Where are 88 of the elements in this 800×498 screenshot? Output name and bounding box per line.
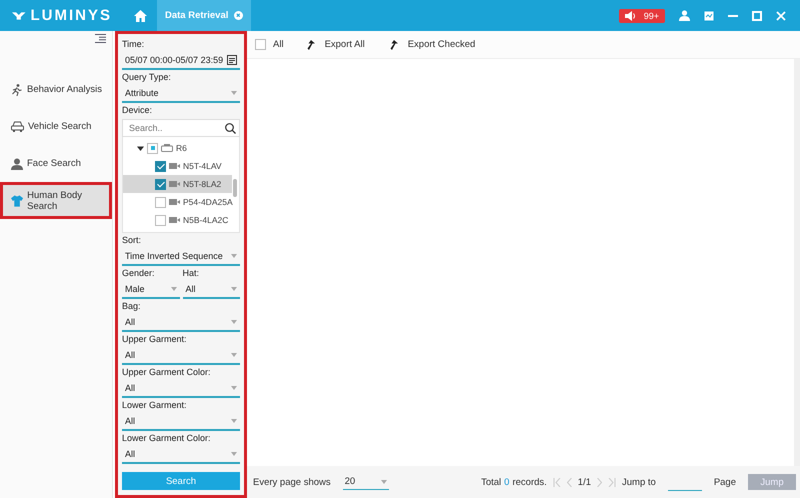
checkbox[interactable] <box>155 214 166 226</box>
person-icon <box>11 158 23 170</box>
total-count: 0 <box>504 476 510 488</box>
caret-icon <box>231 452 237 456</box>
page-indicator: 1/1 <box>578 476 592 488</box>
caret-icon[interactable] <box>137 144 144 152</box>
sidebar-item[interactable]: Behavior Analysis <box>0 71 112 108</box>
dropdown[interactable]: All <box>122 446 240 464</box>
checkbox[interactable] <box>155 196 166 208</box>
field-label: Time: <box>122 38 146 51</box>
tree-item[interactable]: N5T-4LAV <box>123 157 232 175</box>
dropdown[interactable]: All <box>122 347 240 365</box>
car-icon <box>11 121 24 132</box>
export-icon <box>388 40 398 50</box>
checkbox[interactable] <box>255 39 266 50</box>
caret-icon <box>380 480 387 484</box>
jump-label: Jump to <box>622 476 656 488</box>
previous-page-icon[interactable] <box>566 478 572 486</box>
caret-icon <box>231 91 237 95</box>
checkbox[interactable] <box>147 142 158 154</box>
recorder-icon <box>161 144 173 152</box>
caret-icon <box>231 419 237 423</box>
field-label: Bag: <box>122 300 142 313</box>
sidebar-item[interactable]: Human Body Search <box>0 182 112 219</box>
field-label: Upper Garment: <box>122 333 188 346</box>
tree-item[interactable]: P54-4DA25A <box>123 193 232 211</box>
camera-icon <box>169 199 180 205</box>
tree-item[interactable]: N5T-8LA2 <box>123 175 232 193</box>
maximize-icon[interactable] <box>752 10 762 20</box>
dropdown[interactable]: All <box>122 413 240 431</box>
field-label: Query Type: <box>122 71 172 84</box>
field-label: Lower Garment Color: <box>122 432 212 445</box>
close-icon[interactable] <box>234 11 244 20</box>
shirt-icon <box>11 194 24 206</box>
total-label: Total <box>481 476 502 488</box>
alarm-button[interactable]: 99+ <box>618 8 665 22</box>
export-button[interactable]: Export Checked <box>404 39 480 50</box>
dropdown[interactable]: Male <box>122 281 180 299</box>
list-icon[interactable] <box>95 34 106 43</box>
close-icon[interactable] <box>776 10 786 20</box>
scrollbar[interactable] <box>233 179 237 197</box>
time-range-field[interactable]: 05/07 00:00-05/07 23:59 <box>122 52 240 70</box>
device-search-field[interactable]: Search.. <box>122 119 240 137</box>
sidebar-item[interactable]: Vehicle Search <box>0 108 112 145</box>
caret-icon <box>231 254 237 258</box>
page-size-dropdown[interactable]: 20 <box>342 474 389 490</box>
field-label: Gender: <box>122 267 156 280</box>
calendar-icon <box>227 55 237 65</box>
dropdown[interactable]: All <box>122 314 240 332</box>
field-label: Device: <box>122 104 154 117</box>
field-label: Upper Garment Color: <box>122 366 212 379</box>
field-label: Sort: <box>122 234 142 247</box>
dropdown[interactable]: All <box>182 281 240 299</box>
caret-icon <box>231 353 237 357</box>
camera-icon <box>169 163 180 169</box>
user-icon[interactable] <box>679 10 690 21</box>
dropdown[interactable]: All <box>122 380 240 398</box>
minimize-icon[interactable] <box>728 14 738 16</box>
field-label: Lower Garment: <box>122 399 188 412</box>
sidebar-item[interactable]: Face Search <box>0 145 112 182</box>
camera-icon <box>169 181 180 187</box>
checkbox[interactable] <box>155 178 166 190</box>
monitor-icon[interactable] <box>704 10 714 20</box>
search-icon <box>225 122 236 134</box>
caret-icon <box>231 386 237 390</box>
caret-icon <box>170 287 176 291</box>
tree-item[interactable]: N5B-4LA2C <box>123 211 232 229</box>
running-person-icon <box>11 84 23 96</box>
checkbox[interactable] <box>155 160 166 172</box>
caret-icon <box>231 320 237 324</box>
next-page-icon[interactable] <box>597 478 602 486</box>
dropdown[interactable]: Time Inverted Sequence <box>122 248 240 266</box>
page-size-label: Every page shows <box>253 476 331 488</box>
caret-icon <box>231 287 237 291</box>
export-button[interactable]: Export All <box>320 39 369 50</box>
page-label: Page <box>714 476 736 488</box>
field-label: Hat: <box>182 267 200 280</box>
total-label: records. <box>512 476 547 488</box>
home-icon[interactable] <box>134 10 147 22</box>
camera-icon <box>169 217 180 223</box>
last-page-icon[interactable] <box>608 478 616 486</box>
speaker-icon <box>624 10 636 20</box>
query-type-dropdown[interactable]: Attribute <box>122 85 240 103</box>
tree-item[interactable]: R6 <box>123 139 232 157</box>
export-icon <box>306 40 315 50</box>
checkbox-label: All <box>273 39 284 50</box>
first-page-icon[interactable] <box>552 478 561 486</box>
logo-text: LUMINYS <box>30 7 112 24</box>
